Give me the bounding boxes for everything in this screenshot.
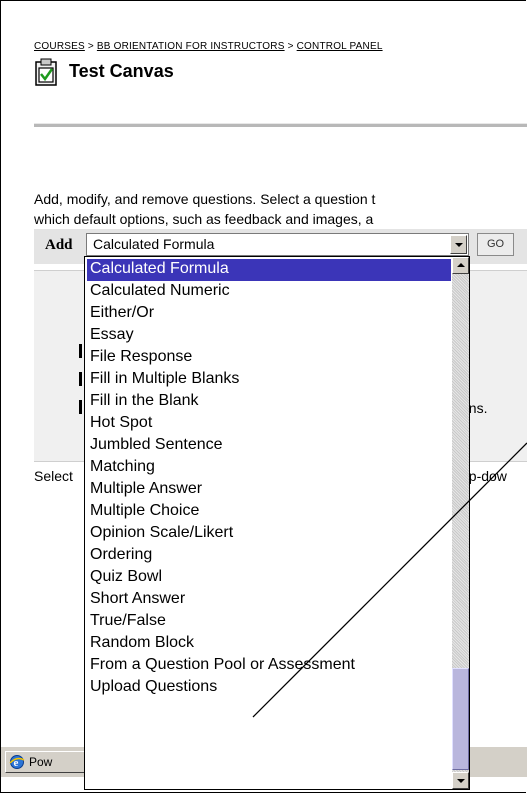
scroll-up-arrow-icon[interactable]: [452, 257, 469, 274]
bullet-icon: [79, 400, 82, 414]
go-button[interactable]: GO: [477, 233, 514, 256]
bullet-icon: [79, 372, 82, 386]
bullet-icon: [79, 344, 82, 358]
option-opinion-scale-likert[interactable]: Opinion Scale/Likert: [87, 523, 451, 545]
option-matching[interactable]: Matching: [87, 457, 451, 479]
title-divider: [34, 123, 527, 127]
option-multiple-answer[interactable]: Multiple Answer: [87, 479, 451, 501]
lower-text-fragment: Select: [34, 468, 73, 484]
instructions-line: Add, modify, and remove questions. Selec…: [34, 191, 376, 207]
option-hot-spot[interactable]: Hot Spot: [87, 413, 451, 435]
add-label: Add: [45, 237, 73, 253]
select-current-value: Calculated Formula: [93, 236, 215, 252]
question-type-select[interactable]: Calculated Formula: [86, 233, 469, 256]
option-short-answer[interactable]: Short Answer: [87, 589, 451, 611]
option-jumbled-sentence[interactable]: Jumbled Sentence: [87, 435, 451, 457]
option-true-false[interactable]: True/False: [87, 611, 451, 633]
breadcrumb-separator: >: [87, 41, 94, 52]
option-calculated-numeric[interactable]: Calculated Numeric: [87, 281, 451, 303]
option-upload-questions[interactable]: Upload Questions: [87, 677, 451, 699]
option-either-or[interactable]: Either/Or: [87, 303, 451, 325]
option-multiple-choice[interactable]: Multiple Choice: [87, 501, 451, 523]
chevron-down-icon[interactable]: [450, 235, 467, 254]
option-quiz-bowl[interactable]: Quiz Bowl: [87, 567, 451, 589]
top-strip: [1, 1, 527, 13]
breadcrumb: Courses > BB Orientation for Instructors > C…: [34, 41, 383, 52]
breadcrumb-separator: >: [287, 41, 294, 52]
option-essay[interactable]: Essay: [87, 325, 451, 347]
instructions-line: which default options, such as feedback …: [34, 211, 374, 227]
page-title: Test Canvas: [69, 61, 174, 81]
question-type-dropdown-list[interactable]: Calculated Formula Calculated Numeric Ei…: [84, 256, 470, 790]
option-fill-in-the-blank[interactable]: Fill in the Blank: [87, 391, 451, 413]
option-random-block[interactable]: Random Block: [87, 633, 451, 655]
option-calculated-formula[interactable]: Calculated Formula: [87, 259, 451, 281]
internet-explorer-icon: e: [9, 755, 25, 769]
taskbar-button-label: Pow: [29, 755, 53, 769]
scroll-down-arrow-icon[interactable]: [452, 772, 469, 789]
dropdown-scrollbar[interactable]: [452, 257, 469, 789]
option-from-question-pool[interactable]: From a Question Pool or Assessment: [87, 655, 451, 677]
breadcrumb-courses-link[interactable]: Courses: [34, 41, 85, 52]
checkbox-clipboard-icon: [35, 58, 57, 86]
instructions-text: Add, modify, and remove questions. Selec…: [34, 189, 527, 229]
breadcrumb-control-panel-link[interactable]: Control Panel: [297, 41, 383, 52]
option-fill-in-multiple-blanks[interactable]: Fill in Multiple Blanks: [87, 369, 451, 391]
breadcrumb-course-link[interactable]: BB Orientation for Instructors: [97, 41, 285, 52]
scrollbar-thumb[interactable]: [452, 668, 469, 770]
option-ordering[interactable]: Ordering: [87, 545, 451, 567]
option-file-response[interactable]: File Response: [87, 347, 451, 369]
